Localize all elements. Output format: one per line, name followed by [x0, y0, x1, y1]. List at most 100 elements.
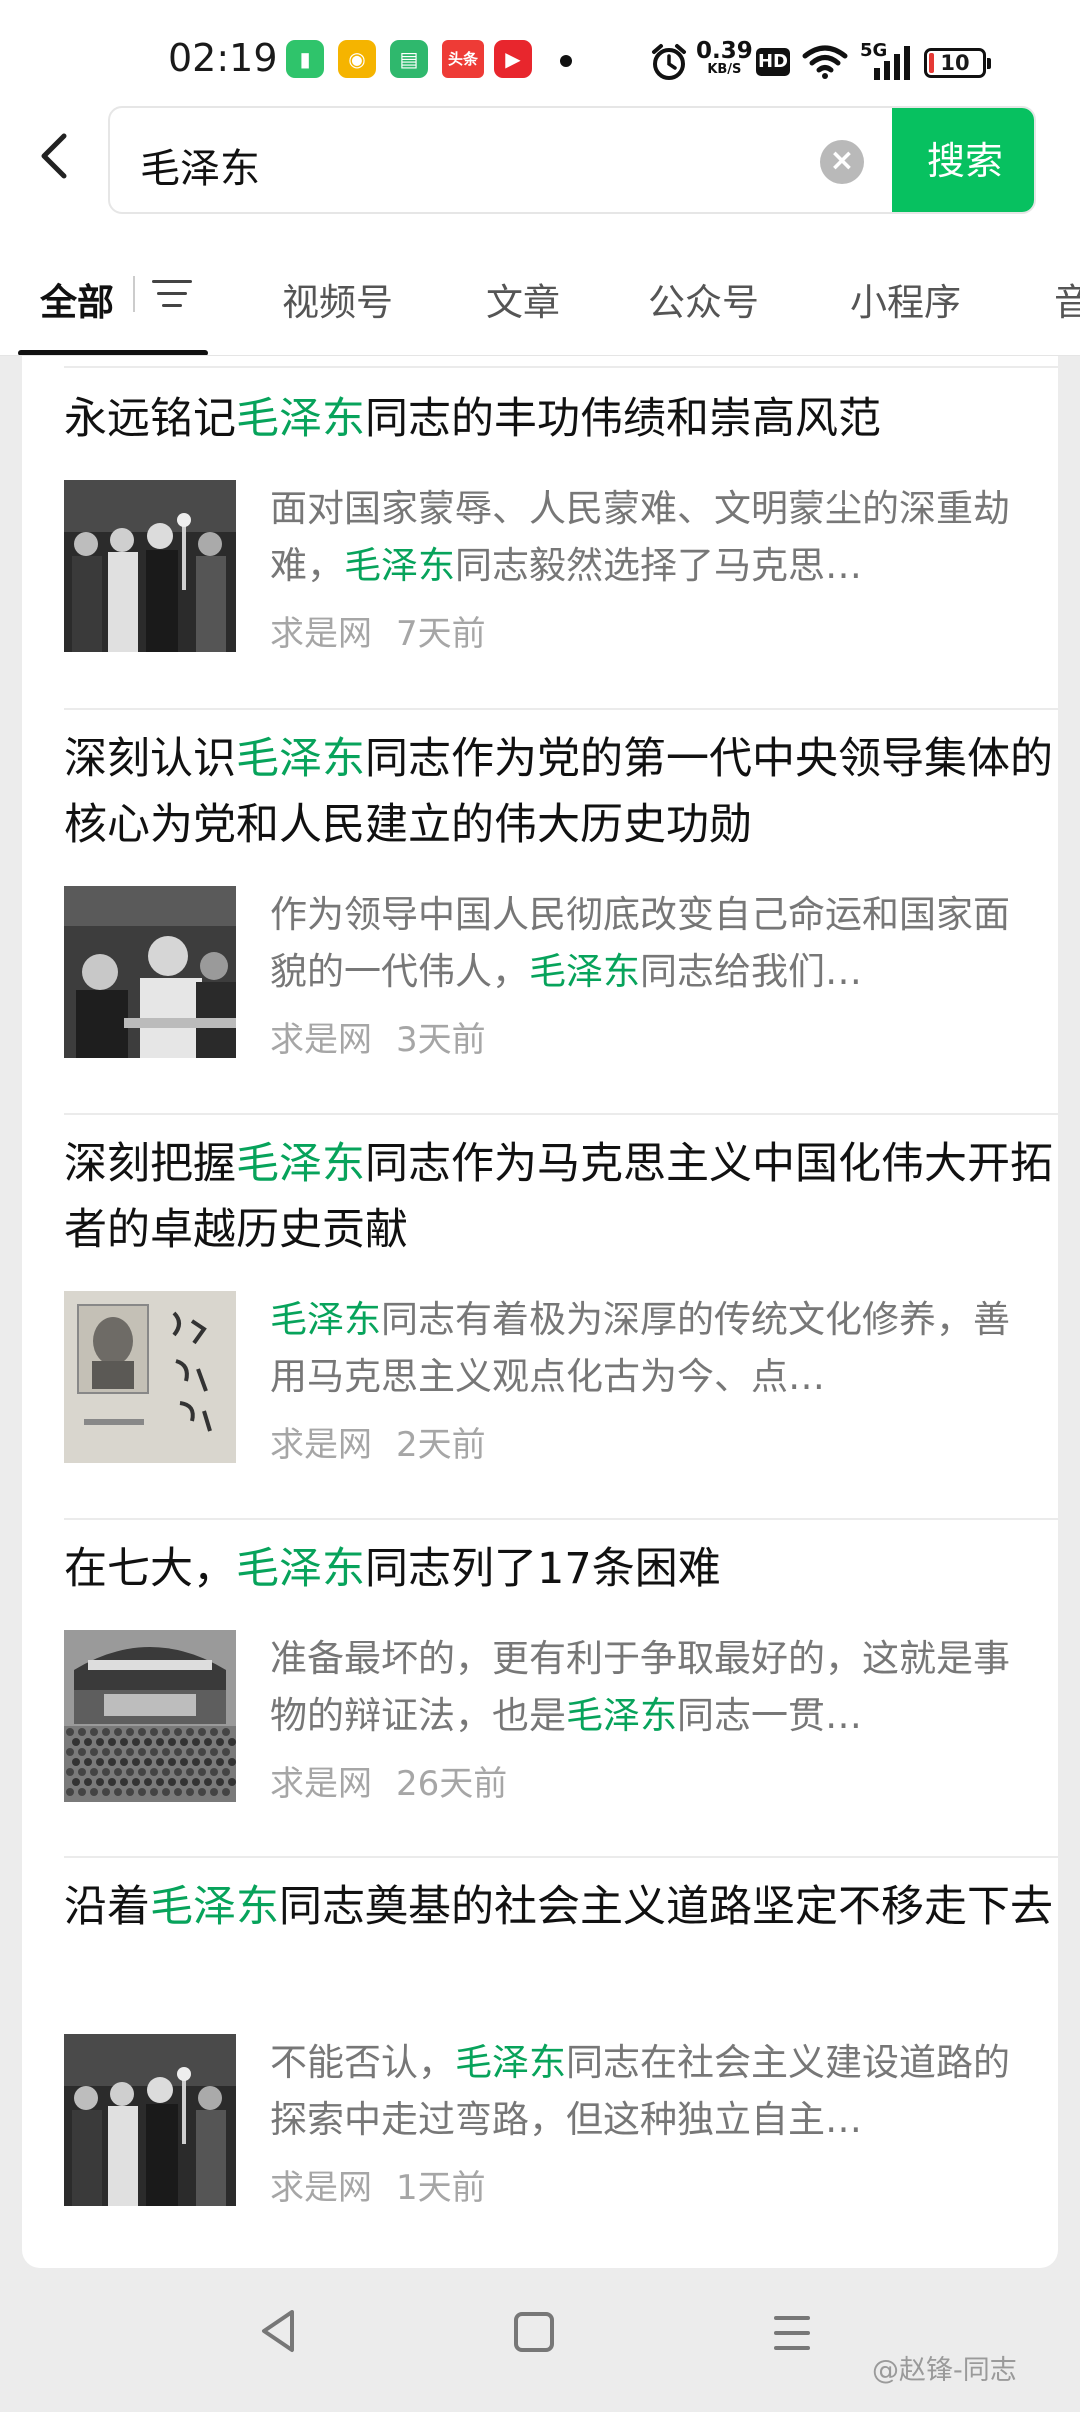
- search-button[interactable]: 搜索: [892, 108, 1034, 212]
- network-speed: 0.39 KB/S: [696, 40, 753, 78]
- text-segment: 沿着: [64, 1882, 150, 1932]
- text-segment: 同志一贯…: [677, 1694, 862, 1737]
- result-title[interactable]: 深刻把握毛泽东同志作为马克思主义中国化伟大开拓者的卓越历史贡献: [64, 1131, 1058, 1263]
- result-source[interactable]: 求是网: [270, 1764, 372, 1804]
- result-source[interactable]: 求是网: [270, 614, 372, 654]
- result-body: 准备最坏的，更有利于争取最好的，这就是事物的辩证法，也是毛泽东同志一贯… 求是网 2…: [64, 1630, 1058, 1805]
- result-thumbnail[interactable]: [64, 1630, 236, 1802]
- status-bar: 02:19 ▮ ◉ ▤ 头条 ▶ 0.39 KB/S HD 5G 10: [0, 0, 1080, 96]
- keyword-highlight: 毛泽东: [270, 1298, 381, 1341]
- wechat-search-screen: 02:19 ▮ ◉ ▤ 头条 ▶ 0.39 KB/S HD 5G 10 毛泽东 …: [0, 0, 1080, 2412]
- result-time: 7天前: [396, 614, 486, 654]
- battery-manager-app-icon: ▮: [286, 40, 324, 78]
- keyword-highlight: 毛泽东: [344, 544, 455, 587]
- keyword-highlight: 毛泽东: [566, 1694, 677, 1737]
- nav-back-icon[interactable]: [258, 2308, 298, 2354]
- more-notifications-dot: [560, 55, 572, 67]
- result-title[interactable]: 沿着毛泽东同志奠基的社会主义道路坚定不移走下去: [64, 1874, 1058, 1940]
- divider: [64, 708, 1058, 710]
- network-speed-unit: KB/S: [707, 62, 742, 77]
- result-time: 3天前: [396, 1020, 486, 1060]
- divider: [64, 1113, 1058, 1115]
- keyword-highlight: 毛泽东: [529, 950, 640, 993]
- result-body: 毛泽东同志有着极为深厚的传统文化修养，善用马克思主义观点化古为今、点… 求是网 2天…: [64, 1291, 1058, 1466]
- tab-all[interactable]: 全部: [40, 272, 114, 326]
- keyword-highlight: 毛泽东: [455, 2041, 566, 2084]
- result-thumbnail[interactable]: [64, 480, 236, 652]
- result-time: 2天前: [396, 1425, 486, 1465]
- text-segment: 同志的丰功伟绩和崇高风范: [365, 394, 881, 444]
- text-segment: 同志奠基的社会主义道路坚定不移走下去: [279, 1882, 1053, 1932]
- back-arrow-icon[interactable]: [30, 126, 86, 186]
- search-result-card[interactable]: 永远铭记毛泽东同志的丰功伟绩和崇高风范 面对国家蒙辱、人民蒙难、文明蒙尘的深重劫…: [64, 386, 1058, 654]
- text-segment: 同志毅然选择了马克思…: [455, 544, 862, 587]
- result-source[interactable]: 求是网: [270, 1020, 372, 1060]
- text-segment: 不能否认，: [270, 2041, 455, 2084]
- search-results: 永远铭记毛泽东同志的丰功伟绩和崇高风范 面对国家蒙辱、人民蒙难、文明蒙尘的深重劫…: [22, 356, 1058, 2268]
- search-result-card[interactable]: 在七大，毛泽东同志列了17条困难 准备最坏的，更有利于争取最好的，这就是事物的辩…: [64, 1536, 1058, 1804]
- alarm-icon: [652, 44, 686, 80]
- result-thumbnail[interactable]: [64, 2034, 236, 2206]
- result-meta: 求是网 7天前: [270, 606, 486, 655]
- text-segment: 同志列了17条困难: [365, 1544, 721, 1594]
- nav-home-icon[interactable]: [514, 2312, 554, 2352]
- search-result-card[interactable]: 深刻认识毛泽东同志作为党的第一代中央领导集体的核心为党和人民建立的伟大历史功勋 …: [64, 726, 1058, 1060]
- wifi-icon: [802, 45, 848, 79]
- result-thumbnail[interactable]: [64, 886, 236, 1058]
- result-title[interactable]: 在七大，毛泽东同志列了17条困难: [64, 1536, 1058, 1602]
- tab-articles[interactable]: 文章: [486, 272, 560, 326]
- result-type-tabs: 全部 视频号 文章 公众号 小程序 音: [0, 236, 1080, 356]
- hd-badge: HD: [756, 48, 790, 76]
- result-meta: 求是网 3天前: [270, 1012, 486, 1061]
- text-segment: 永远铭记: [64, 394, 236, 444]
- text-segment: 在七大，: [64, 1544, 236, 1594]
- keyword-highlight: 毛泽东: [236, 394, 365, 444]
- result-meta: 求是网 26天前: [270, 1756, 507, 1805]
- result-time: 1天前: [396, 2168, 486, 2208]
- weibo-app-icon: ◉: [338, 40, 376, 78]
- video-app-icon: ▶: [494, 40, 532, 78]
- network-speed-value: 0.39: [696, 38, 753, 64]
- result-body: 作为领导中国人民彻底改变自己命运和国家面貌的一代伟人，毛泽东同志给我们… 求是网 3…: [64, 886, 1058, 1061]
- search-header: 毛泽东 × 搜索: [0, 96, 1080, 236]
- toutiao-app-icon: 头条: [442, 40, 484, 78]
- tab-official-accounts[interactable]: 公众号: [648, 272, 759, 326]
- result-body: 面对国家蒙辱、人民蒙难、文明蒙尘的深重劫难，毛泽东同志毅然选择了马克思… 求是网 7…: [64, 480, 1058, 655]
- divider: [64, 1856, 1058, 1858]
- text-segment: 同志有着极为深厚的传统文化修养，善用马克思主义观点化古为今、点…: [270, 1298, 1010, 1398]
- search-box: 毛泽东 × 搜索: [108, 106, 1036, 214]
- filter-icon[interactable]: [152, 276, 192, 312]
- divider: [64, 366, 1058, 368]
- tab-mini-programs[interactable]: 小程序: [850, 272, 961, 326]
- result-thumbnail[interactable]: [64, 1291, 236, 1463]
- text-segment: 深刻把握: [64, 1139, 236, 1189]
- result-title[interactable]: 永远铭记毛泽东同志的丰功伟绩和崇高风范: [64, 386, 1058, 452]
- result-source[interactable]: 求是网: [270, 2168, 372, 2208]
- system-nav-bar: @赵锋-同志: [0, 2268, 1080, 2412]
- watermark: @赵锋-同志: [872, 2355, 1017, 2386]
- tab-channels[interactable]: 视频号: [282, 272, 393, 326]
- result-snippet: 作为领导中国人民彻底改变自己命运和国家面貌的一代伟人，毛泽东同志给我们…: [270, 886, 1040, 1000]
- result-title[interactable]: 深刻认识毛泽东同志作为党的第一代中央领导集体的核心为党和人民建立的伟大历史功勋: [64, 726, 1058, 858]
- tab-music[interactable]: 音: [1054, 272, 1080, 326]
- search-input[interactable]: 毛泽东: [140, 136, 260, 194]
- result-meta: 求是网 1天前: [270, 2160, 486, 2209]
- keyword-highlight: 毛泽东: [150, 1882, 279, 1932]
- result-meta: 求是网 2天前: [270, 1417, 486, 1466]
- result-snippet: 面对国家蒙辱、人民蒙难、文明蒙尘的深重劫难，毛泽东同志毅然选择了马克思…: [270, 480, 1040, 594]
- battery-indicator: 10: [924, 48, 991, 78]
- result-source[interactable]: 求是网: [270, 1425, 372, 1465]
- result-body: 不能否认，毛泽东同志在社会主义建设道路的探索中走过弯路，但这种独立自主… 求是网 1…: [64, 2034, 1058, 2209]
- nav-menu-icon[interactable]: [774, 2316, 810, 2350]
- messages-app-icon: ▤: [390, 40, 428, 78]
- tab-separator: [133, 276, 135, 312]
- keyword-highlight: 毛泽东: [236, 1544, 365, 1594]
- clear-icon[interactable]: ×: [820, 140, 864, 184]
- divider: [64, 1518, 1058, 1520]
- keyword-highlight: 毛泽东: [236, 734, 365, 784]
- search-result-card[interactable]: 沿着毛泽东同志奠基的社会主义道路坚定不移走下去 不能否认，毛泽东同志在社会主义建…: [64, 1874, 1058, 2208]
- text-segment: 同志给我们…: [640, 950, 862, 993]
- search-result-card[interactable]: 深刻把握毛泽东同志作为马克思主义中国化伟大开拓者的卓越历史贡献 毛泽东同志有着极…: [64, 1131, 1058, 1465]
- result-snippet: 毛泽东同志有着极为深厚的传统文化修养，善用马克思主义观点化古为今、点…: [270, 1291, 1040, 1405]
- keyword-highlight: 毛泽东: [236, 1139, 365, 1189]
